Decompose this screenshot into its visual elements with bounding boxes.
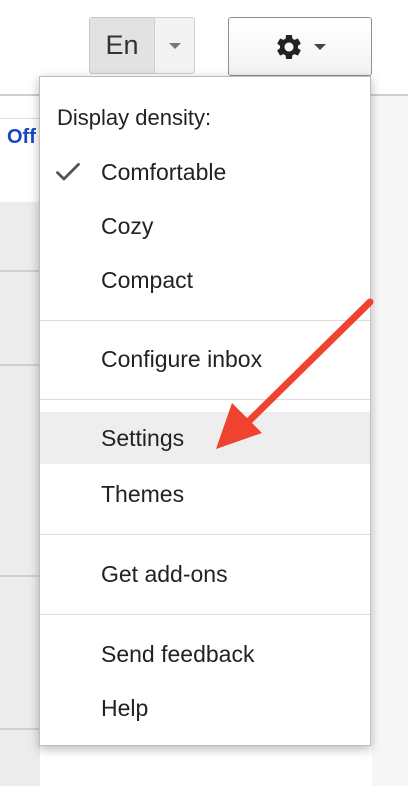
display-density-heading: Display density: xyxy=(57,105,212,130)
menu-separator xyxy=(40,614,370,615)
menu-item-send-feedback[interactable]: Send feedback xyxy=(40,628,370,680)
background-divider xyxy=(0,270,40,272)
language-dropdown-button[interactable] xyxy=(154,17,195,74)
menu-item-label: Comfortable xyxy=(101,158,227,185)
background-page-right xyxy=(372,94,408,786)
menu-item-label: Themes xyxy=(101,480,185,507)
menu-item-label: Compact xyxy=(101,266,194,293)
menu-item-settings[interactable]: Settings xyxy=(40,412,370,464)
background-divider xyxy=(0,728,40,730)
menu-item-cozy[interactable]: Cozy xyxy=(40,200,370,252)
menu-item-get-addons[interactable]: Get add-ons xyxy=(40,548,370,600)
menu-item-comfortable[interactable]: Comfortable xyxy=(40,146,370,198)
language-button[interactable]: En xyxy=(89,17,155,74)
background-page-left xyxy=(0,202,40,786)
background-divider xyxy=(0,575,40,577)
menu-item-compact[interactable]: Compact xyxy=(40,254,370,306)
menu-item-label: Help xyxy=(101,694,149,721)
menu-item-label: Settings xyxy=(101,424,185,451)
background-divider xyxy=(0,364,40,366)
menu-separator xyxy=(40,320,370,321)
settings-gear-button[interactable] xyxy=(228,17,372,76)
menu-separator xyxy=(40,534,370,535)
menu-separator xyxy=(40,399,370,400)
caret-down-icon xyxy=(168,42,181,49)
background-partial-link[interactable]: Off xyxy=(7,126,36,149)
menu-item-label: Configure inbox xyxy=(101,345,263,372)
menu-item-label: Get add-ons xyxy=(101,560,228,587)
caret-down-icon xyxy=(314,43,326,50)
checkmark-icon xyxy=(56,163,80,181)
language-label: En xyxy=(105,30,139,60)
menu-item-label: Send feedback xyxy=(101,640,255,667)
menu-item-configure-inbox[interactable]: Configure inbox xyxy=(40,333,370,385)
menu-item-themes[interactable]: Themes xyxy=(40,468,370,520)
settings-menu: Display density: Comfortable Cozy Compac… xyxy=(39,76,371,746)
menu-item-label: Cozy xyxy=(101,212,154,239)
menu-item-help[interactable]: Help xyxy=(40,682,370,734)
gear-icon xyxy=(277,34,301,59)
